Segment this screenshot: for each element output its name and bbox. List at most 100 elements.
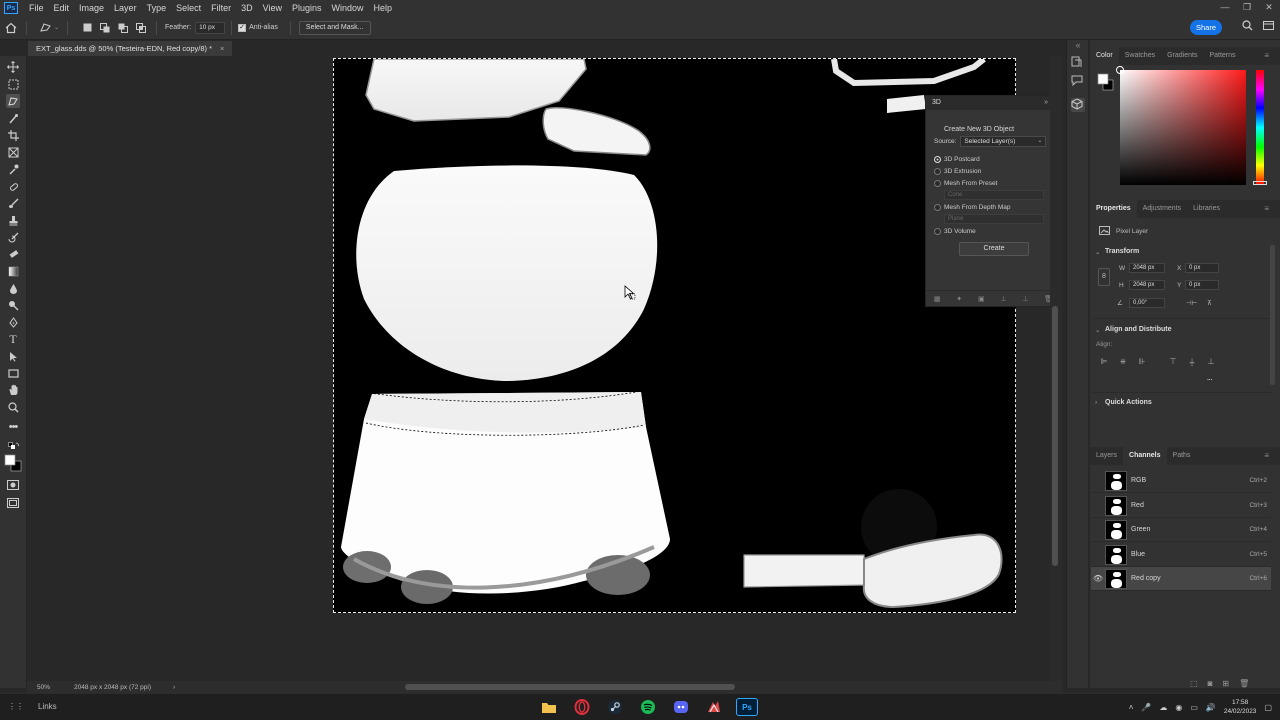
align-top-icon[interactable]: ⊤ <box>1168 357 1178 367</box>
frame-tool-icon[interactable] <box>6 145 20 159</box>
angle-input[interactable]: 0,00° <box>1129 298 1165 308</box>
tab-patterns[interactable]: Patterns <box>1203 47 1241 65</box>
transform-title[interactable]: Transform <box>1105 248 1139 255</box>
quick-actions-chevron-icon[interactable]: › <box>1095 399 1097 406</box>
color-panel-menu-icon[interactable]: ≡ <box>1258 47 1275 65</box>
3d-panel-icon[interactable] <box>1071 98 1085 112</box>
link-dimensions-icon[interactable]: 8 <box>1098 268 1110 286</box>
add-camera-icon[interactable]: ▣ <box>978 295 985 303</box>
notifications-icon[interactable]: ▢ <box>1264 703 1272 712</box>
dodge-tool-icon[interactable] <box>6 298 20 312</box>
panel-3d-header[interactable]: 3D » ≡ <box>926 96 1061 110</box>
quick-mask-icon[interactable] <box>6 478 20 492</box>
menu-window[interactable]: Window <box>327 3 369 13</box>
brush-tool-icon[interactable] <box>6 196 20 210</box>
delete-channel-icon[interactable]: 🗑 <box>1239 679 1249 688</box>
tab-channels[interactable]: Channels <box>1123 447 1167 465</box>
eyedropper-tool-icon[interactable] <box>6 162 20 176</box>
network-icon[interactable]: ▭ <box>1190 703 1198 712</box>
anti-alias-checkbox[interactable]: ✓ <box>238 23 247 32</box>
rectangle-tool-icon[interactable] <box>6 366 20 380</box>
align-right-icon[interactable]: ⊪ <box>1137 357 1147 367</box>
polygonal-lasso-tool-icon[interactable] <box>39 21 53 35</box>
comments-icon[interactable] <box>1071 74 1085 88</box>
horizontal-scroll-thumb[interactable] <box>405 684 735 690</box>
steam-tray-icon[interactable]: ◉ <box>1175 703 1182 712</box>
filter-light-icon[interactable]: ✦ <box>956 295 962 303</box>
channel-row[interactable]: Red Ctrl+3 <box>1091 494 1271 518</box>
document-info[interactable]: 2048 px x 2048 px (72 ppi) <box>74 684 151 691</box>
align-left-icon[interactable]: ⊫ <box>1099 357 1109 367</box>
align-bottom-icon[interactable]: ⊥ <box>1206 357 1216 367</box>
add-selection-icon[interactable] <box>98 21 112 35</box>
hue-slider-handle[interactable] <box>1253 181 1267 185</box>
healing-brush-tool-icon[interactable] <box>6 179 20 193</box>
status-menu-arrow[interactable]: › <box>173 684 175 691</box>
share-button[interactable]: Share <box>1190 20 1222 35</box>
gradient-tool-icon[interactable] <box>6 264 20 278</box>
channel-row[interactable]: Blue Ctrl+5 <box>1091 543 1271 567</box>
menu-image[interactable]: Image <box>74 3 109 13</box>
blur-tool-icon[interactable] <box>6 281 20 295</box>
source-select[interactable]: Selected Layer(s) ⌄ <box>960 136 1047 147</box>
new-channel-icon[interactable]: ⊞ <box>1222 679 1229 688</box>
links-label[interactable]: Links <box>38 702 57 711</box>
menu-file[interactable]: File <box>24 3 49 13</box>
spotify-icon[interactable] <box>637 698 659 716</box>
volume-icon[interactable]: 🔊 <box>1206 703 1216 712</box>
tab-paths[interactable]: Paths <box>1167 447 1197 465</box>
menu-layer[interactable]: Layer <box>109 3 142 13</box>
menu-plugins[interactable]: Plugins <box>287 3 327 13</box>
channel-row[interactable]: RGB Ctrl+2 <box>1091 469 1271 493</box>
discord-icon[interactable] <box>670 698 692 716</box>
menu-edit[interactable]: Edit <box>49 3 75 13</box>
workspace-icon[interactable] <box>1263 20 1274 31</box>
subtract-selection-icon[interactable] <box>116 21 130 35</box>
flip-vertical-icon[interactable]: ⊼ <box>1207 299 1212 307</box>
media-app-icon[interactable] <box>703 698 725 716</box>
eye-icon[interactable]: 👁 <box>1091 574 1105 583</box>
flip-horizontal-icon[interactable]: ⊣⊢ <box>1186 299 1197 307</box>
select-and-mask-button[interactable]: Select and Mask... <box>298 20 371 35</box>
transform-chevron-icon[interactable]: ⌄ <box>1095 248 1100 256</box>
tab-swatches[interactable]: Swatches <box>1119 47 1161 65</box>
history-icon[interactable] <box>1071 56 1085 70</box>
move-tool-icon[interactable] <box>6 60 20 74</box>
hue-slider[interactable] <box>1253 70 1267 185</box>
opera-icon[interactable] <box>571 698 593 716</box>
color-field[interactable] <box>1116 66 1246 185</box>
render-icon[interactable]: ⊥ <box>1000 295 1006 303</box>
document-canvas[interactable] <box>333 58 1016 613</box>
tab-libraries[interactable]: Libraries <box>1187 200 1226 218</box>
search-icon[interactable] <box>1242 20 1253 31</box>
lasso-tool-icon[interactable] <box>6 94 20 108</box>
zoom-tool-icon[interactable] <box>6 400 20 414</box>
menu-select[interactable]: Select <box>171 3 206 13</box>
menu-view[interactable]: View <box>258 3 287 13</box>
color-picker-handle[interactable] <box>1116 66 1124 74</box>
save-selection-icon[interactable]: ◙ <box>1208 679 1213 688</box>
channel-row-selected[interactable]: 👁 Red copy Ctrl+6 <box>1091 567 1271 591</box>
default-colors-icon[interactable] <box>6 439 20 453</box>
feather-input[interactable]: 10 px <box>195 21 226 34</box>
more-options-button[interactable]: ... <box>1207 375 1212 382</box>
menu-type[interactable]: Type <box>142 3 172 13</box>
channel-row[interactable]: Green Ctrl+4 <box>1091 518 1271 542</box>
option-3d-extrusion[interactable]: 3D Extrusion <box>934 165 1061 177</box>
path-selection-tool-icon[interactable] <box>6 349 20 363</box>
close-window-button[interactable]: ✕ <box>1258 0 1280 16</box>
screen-mode-icon[interactable] <box>6 496 20 510</box>
intersect-selection-icon[interactable] <box>134 21 148 35</box>
restore-button[interactable]: ❐ <box>1236 0 1258 16</box>
eraser-tool-icon[interactable] <box>6 247 20 261</box>
tab-color[interactable]: Color <box>1090 47 1119 65</box>
x-input[interactable]: 0 px <box>1185 263 1219 273</box>
history-brush-tool-icon[interactable] <box>6 230 20 244</box>
foreground-background-color-icon[interactable] <box>4 454 22 472</box>
option-mesh-from-preset[interactable]: Mesh From Preset <box>934 177 1061 189</box>
cloud-icon[interactable]: ☁ <box>1159 703 1167 712</box>
width-input[interactable]: 2048 px <box>1129 263 1165 273</box>
load-selection-icon[interactable]: ⬚ <box>1190 679 1198 688</box>
tray-overflow-icon[interactable]: ˄ <box>1129 703 1134 712</box>
properties-scrollbar[interactable] <box>1270 245 1275 385</box>
